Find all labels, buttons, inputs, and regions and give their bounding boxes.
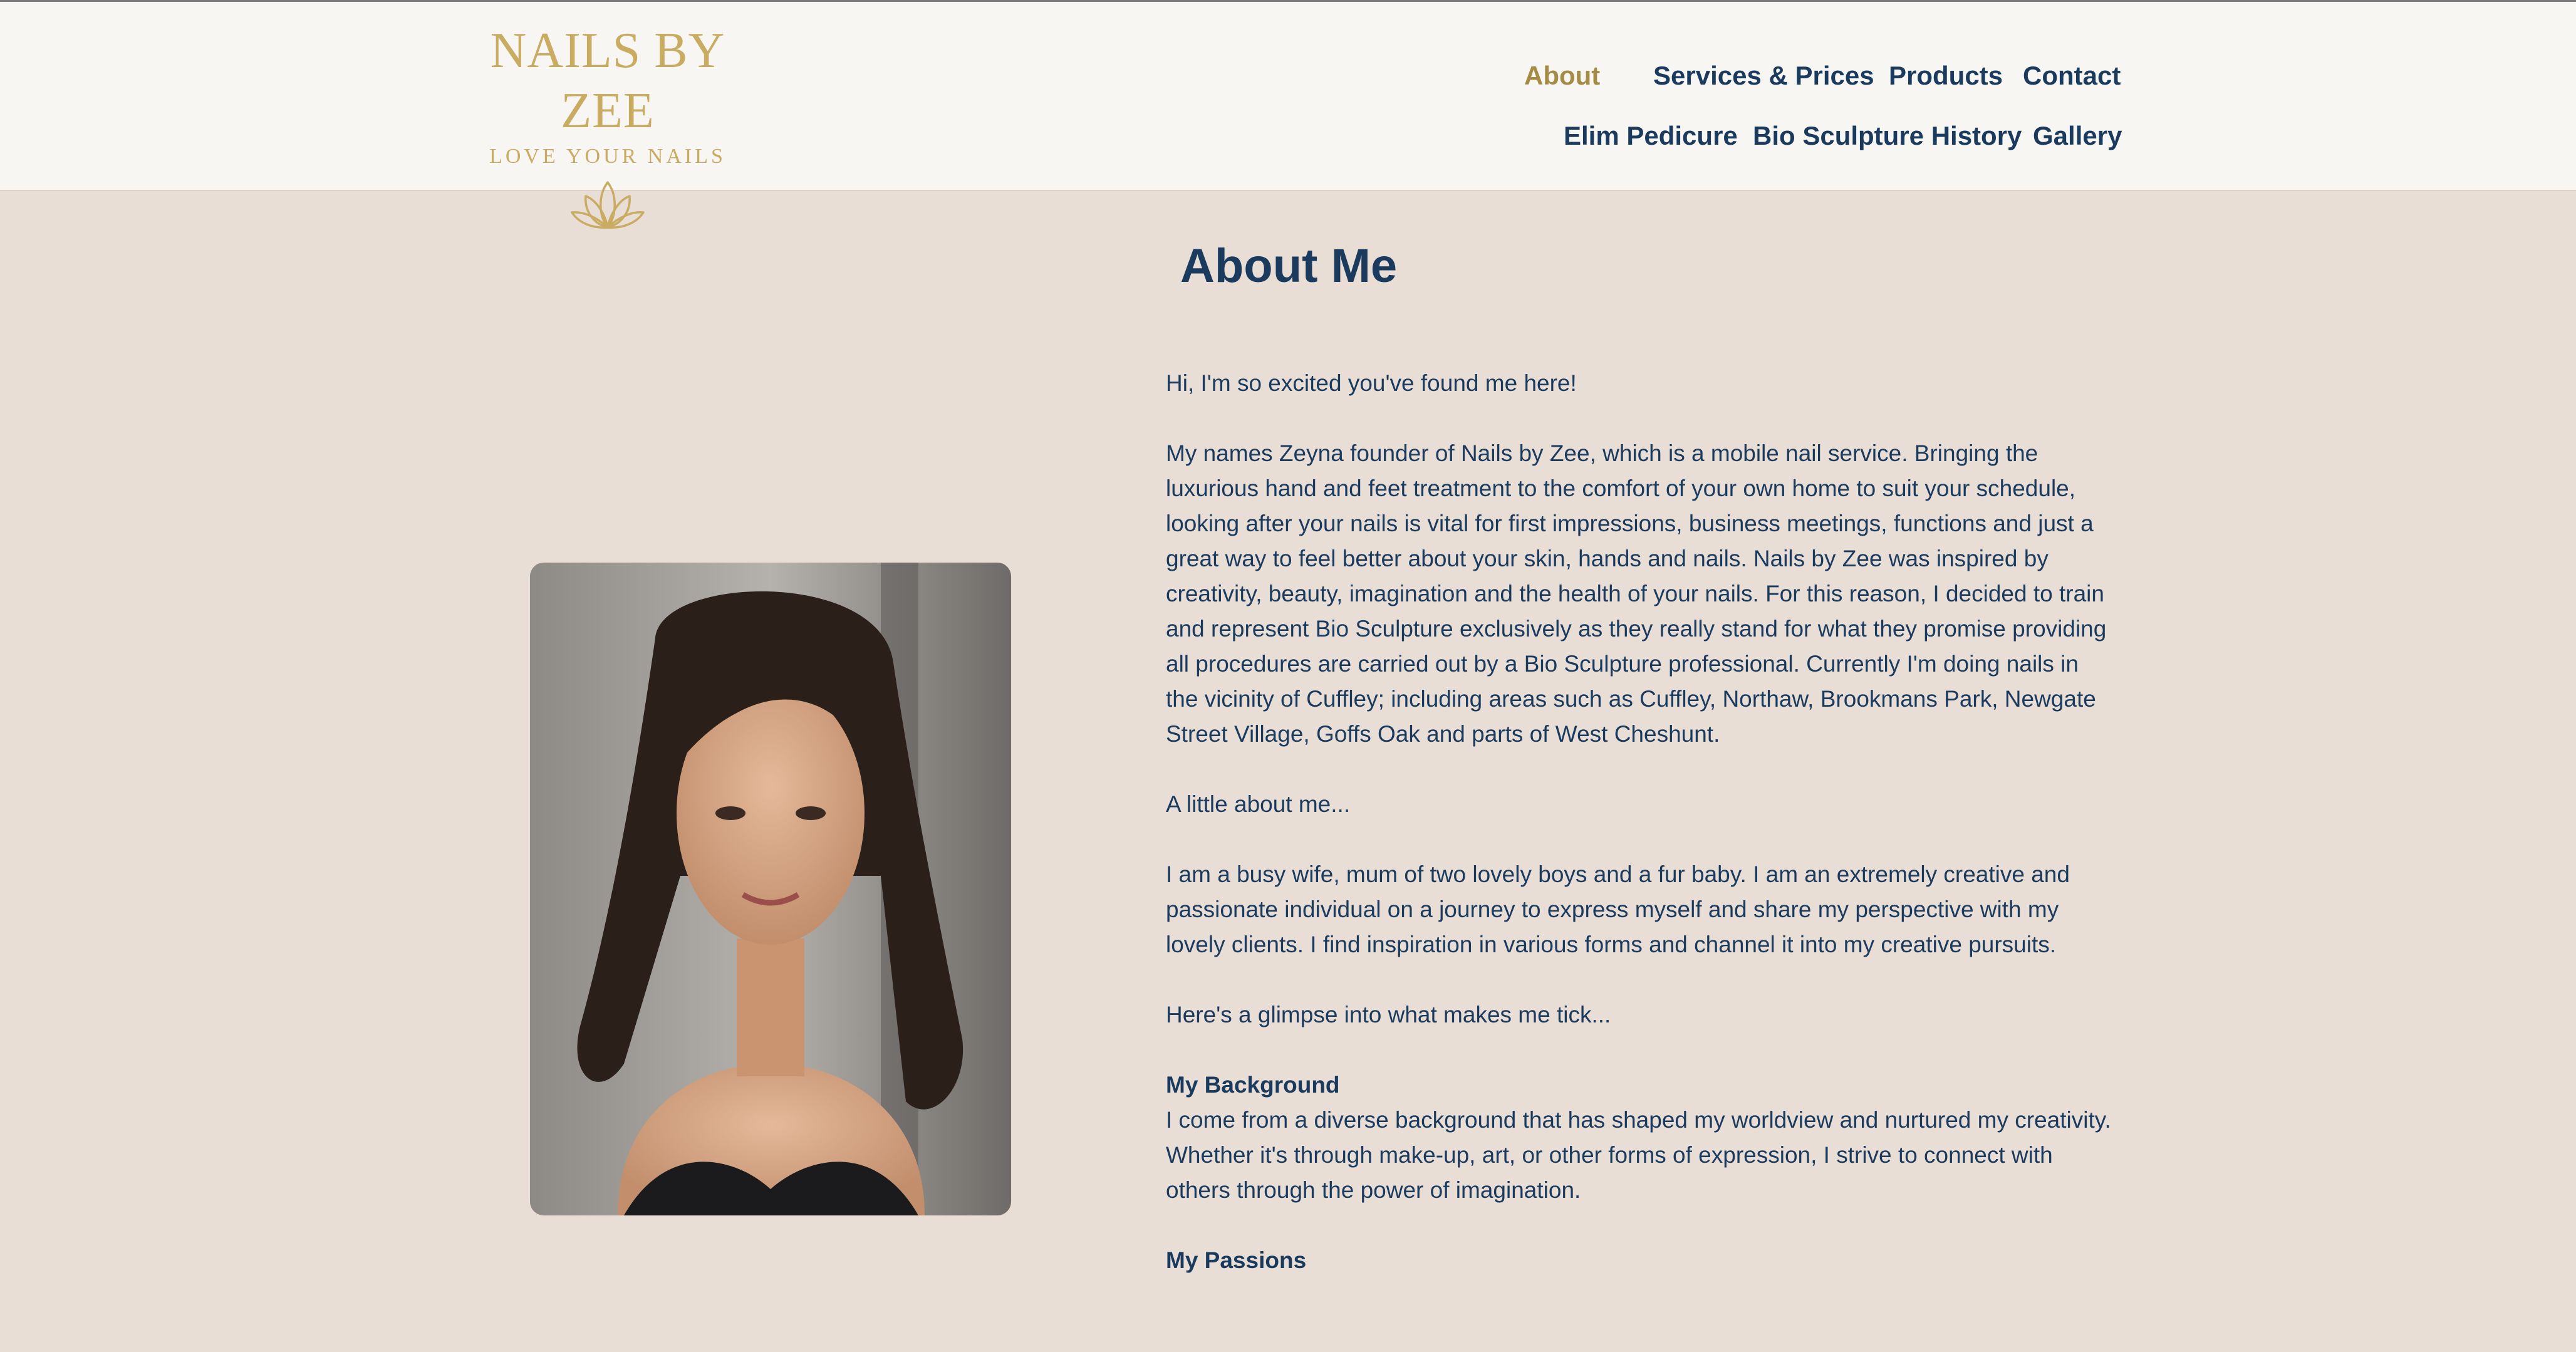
site-header: NAILS BY ZEE LOVE YOUR NAILS About Servi… [0, 2, 2576, 229]
nav-link-elim-pedicure[interactable]: Elim Pedicure [1564, 118, 1738, 153]
logo-brand-name: NAILS BY ZEE [490, 23, 725, 138]
about-content: Hi, I'm so excited you've found me here!… [1166, 366, 2112, 1278]
page-title: About Me [1180, 239, 1398, 293]
background-paragraph: I come from a diverse background that ha… [1166, 1107, 2111, 1203]
site-logo[interactable]: NAILS BY ZEE LOVE YOUR NAILS [476, 21, 739, 229]
background-heading: My Background [1166, 1072, 1340, 1098]
nav-link-gallery[interactable]: Gallery [2033, 118, 2122, 153]
nav-link-services-prices[interactable]: Services & Prices [1653, 58, 1874, 93]
nav-link-products[interactable]: Products [1889, 58, 2003, 93]
family-paragraph: I am a busy wife, mum of two lovely boys… [1166, 861, 2070, 957]
intro-paragraph: Hi, I'm so excited you've found me here! [1166, 370, 1577, 396]
lotus-icon [571, 181, 645, 229]
logo-tagline: LOVE YOUR NAILS [489, 145, 726, 168]
founder-paragraph: My names Zeyna founder of Nails by Zee, … [1166, 440, 2107, 747]
nav-link-bio-sculpture-history[interactable]: Bio Sculpture History [1753, 118, 2022, 153]
glimpse-paragraph: Here's a glimpse into what makes me tick… [1166, 1002, 1611, 1027]
profile-photo [530, 563, 1011, 1215]
passions-heading: My Passions [1166, 1247, 1307, 1273]
nav-link-contact[interactable]: Contact [2023, 58, 2121, 93]
nav-link-about[interactable]: About [1524, 58, 1600, 93]
little-about-paragraph: A little about me... [1166, 791, 1351, 817]
